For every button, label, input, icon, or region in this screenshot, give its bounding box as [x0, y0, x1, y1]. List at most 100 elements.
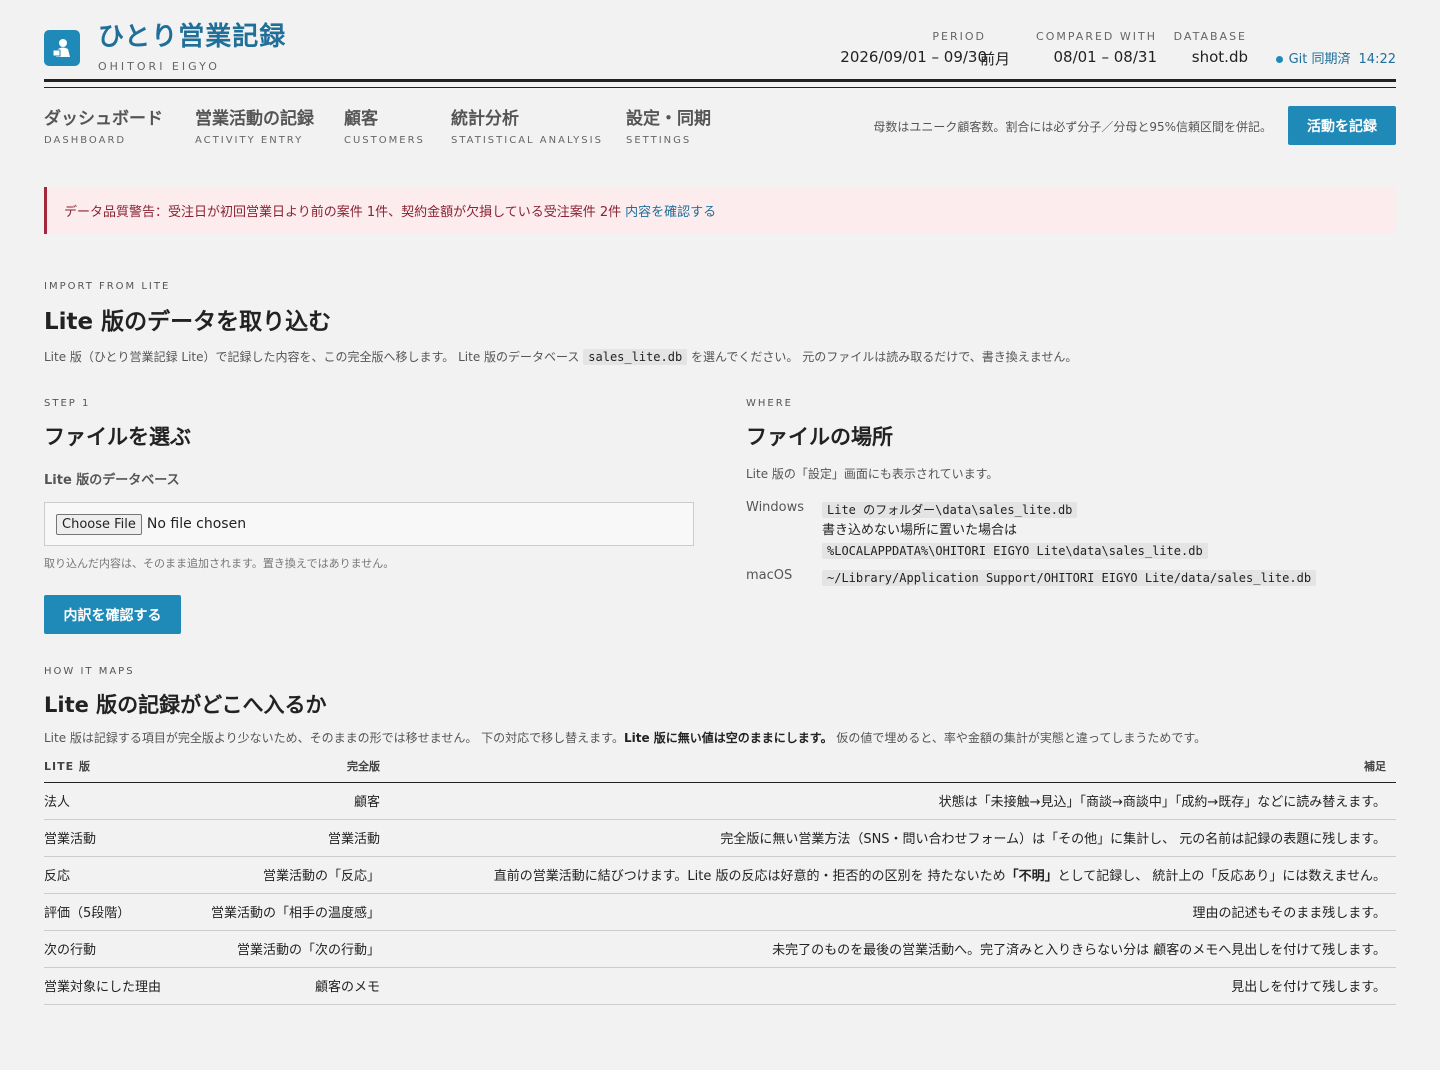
record-activity-button[interactable]: 活動を記録 [1288, 106, 1396, 145]
denominator-note: 母数はユニーク顧客数。割合には必ず分子／分母と95%信頼区間を併記。 [873, 120, 1272, 134]
full-field: 営業活動の「反応」 [164, 856, 380, 894]
full-field: 顧客 [164, 782, 380, 820]
nav-label: 統計分析 [451, 109, 519, 129]
import-title: Lite 版のデータを取り込む [44, 309, 332, 335]
lite-field: 営業対象にした理由 [44, 967, 164, 1005]
file-status: No file chosen [146, 516, 247, 532]
col-lite: LITE 版 [44, 758, 164, 783]
full-field: 営業活動 [164, 819, 380, 857]
where-section: WHERE ファイルの場所 Lite 版の「設定」画面にも表示されています。 W… [746, 398, 1396, 586]
where-title: ファイルの場所 [746, 425, 893, 449]
lite-field: 反応 [44, 856, 164, 894]
mapping-lead-emphasis: Lite 版に無い値は空のままにします。 [623, 731, 833, 745]
import-lead-text: Lite 版（ひとり営業記録 Lite）で記録した内容を、この完全版へ移します。… [44, 350, 580, 364]
mapping-lead-text: Lite 版は記録する項目が完全版より少ないため、そのままの形では移せません。 … [44, 731, 624, 745]
windows-alt-path: %LOCALAPPDATA%\OHITORI EIGYO Lite\data\s… [822, 543, 1208, 559]
mapping-lead: Lite 版は記録する項目が完全版より少ないため、そのままの形では移せません。 … [44, 729, 1396, 746]
table-row: 営業活動 営業活動 完全版に無い営業方法（SNS・問い合わせフォーム）は「その他… [44, 819, 1396, 857]
table-row: 次の行動 営業活動の「次の行動」 未完了のものを最後の営業活動へ。完了済みと入り… [44, 930, 1396, 968]
mapping-lead-text-2: 仮の値で埋めると、率や金額の集計が実態と違ってしまうためです。 [832, 731, 1207, 745]
period-label: PERIOD [932, 30, 986, 43]
note-emphasis: 「不明」 [1005, 869, 1058, 884]
nav-dashboard[interactable]: ダッシュボード DASHBOARD [44, 104, 163, 146]
import-lead: Lite 版（ひとり営業記録 Lite）で記録した内容を、この完全版へ移します。… [44, 348, 1396, 365]
table-row: 評価（5段階） 営業活動の「相手の温度感」 理由の記述もそのまま残します。 [44, 893, 1396, 931]
git-status-label: Git 同期済 [1288, 52, 1351, 67]
windows-path: Lite のフォルダー\data\sales_lite.db [822, 502, 1078, 518]
mapping-title: Lite 版の記録がどこへ入るか [44, 693, 327, 717]
table-row: 法人 顧客 状態は「未接触→見込」「商談→商談中」「成約→既存」などに読み替えま… [44, 782, 1396, 820]
nav-statistical-analysis[interactable]: 統計分析 STATISTICAL ANALYSIS [451, 104, 603, 146]
data-quality-alert: データ品質警告：受注日が初回営業日より前の案件 1件、契約金額が欠損している受注… [44, 187, 1396, 234]
windows-label: Windows [746, 500, 805, 515]
where-eyebrow: WHERE [746, 398, 793, 409]
confirm-breakdown-button[interactable]: 内訳を確認する [44, 595, 181, 634]
mapping-note: 理由の記述もそのまま残します。 [380, 893, 1396, 931]
windows-note: 書き込めない場所に置いた場合は [822, 523, 1018, 538]
table-header-row: LITE 版 完全版 補足 [44, 758, 1396, 783]
step-1-section: STEP 1 ファイルを選ぶ Lite 版のデータベース Choose File… [44, 398, 694, 634]
mapping-note: 完全版に無い営業方法（SNS・問い合わせフォーム）は「その他」に集計し、 元の名… [380, 819, 1396, 857]
col-full: 完全版 [164, 758, 380, 783]
note-part: 直前の営業活動に結びつけます。Lite 版の反応は好意的・拒否的の区別を 持たな… [493, 869, 1006, 884]
compared-label: COMPARED WITH [1036, 30, 1157, 43]
nav-label: 営業活動の記録 [195, 109, 314, 129]
table-row: 営業対象にした理由 顧客のメモ 見出しを付けて残します。 [44, 967, 1396, 1005]
where-lead: Lite 版の「設定」画面にも表示されています。 [746, 467, 999, 481]
mapping-section: HOW IT MAPS Lite 版の記録がどこへ入るか Lite 版は記録する… [44, 666, 1396, 1005]
db-filename: sales_lite.db [583, 349, 688, 365]
mac-label: macOS [746, 568, 793, 583]
person-desk-icon [44, 30, 80, 66]
full-field: 営業活動の「相手の温度感」 [164, 893, 380, 931]
brand[interactable]: ひとり営業記録 OHITORI EIGYO [44, 24, 286, 73]
database-label: DATABASE [1173, 30, 1247, 43]
col-note: 補足 [380, 758, 1396, 783]
sync-dot-icon [1275, 56, 1283, 63]
app-subtitle: OHITORI EIGYO [98, 60, 220, 73]
alert-review-link[interactable]: 内容を確認する [625, 201, 716, 220]
app-header: ひとり営業記録 OHITORI EIGYO PERIOD 2026/09/01 … [44, 0, 1396, 88]
file-input[interactable]: Choose File No file chosen [44, 502, 694, 546]
git-time: 14:22 [1358, 52, 1396, 67]
main-nav: ダッシュボード DASHBOARD 営業活動の記録 ACTIVITY ENTRY… [44, 82, 1396, 182]
compared-value[interactable]: 08/01 – 08/31 [1054, 48, 1158, 66]
mapping-eyebrow: HOW IT MAPS [44, 666, 135, 677]
period-value[interactable]: 2026/09/01 – 09/30 [840, 48, 987, 66]
nav-sublabel: CUSTOMERS [344, 135, 425, 146]
mapping-note: 状態は「未接触→見込」「商談→商談中」「成約→既存」などに読み替えます。 [380, 782, 1396, 820]
compared-prefix[interactable]: 前月 [980, 48, 1010, 69]
nav-sublabel: ACTIVITY ENTRY [195, 135, 304, 146]
choose-file-button[interactable]: Choose File [56, 513, 142, 535]
lite-field: 営業活動 [44, 819, 164, 857]
table-row: 反応 営業活動の「反応」 直前の営業活動に結びつけます。Lite 版の反応は好意… [44, 856, 1396, 894]
nav-sublabel: SETTINGS [626, 135, 692, 146]
mapping-table: LITE 版 完全版 補足 法人 顧客 状態は「未接触→見込」「商談→商談中」「… [44, 758, 1396, 1005]
import-lead-text-2: を選んでください。 元のファイルは読み取るだけで、書き換えません。 [691, 350, 1078, 364]
mapping-note: 未完了のものを最後の営業活動へ。完了済みと入りきらない分は 顧客のメモへ見出しを… [380, 930, 1396, 968]
nav-sublabel: DASHBOARD [44, 135, 127, 146]
import-section: IMPORT FROM LITE Lite 版のデータを取り込む Lite 版（… [44, 281, 1396, 365]
mapping-note: 直前の営業活動に結びつけます。Lite 版の反応は好意的・拒否的の区別を 持たな… [380, 856, 1396, 894]
nav-activity-entry[interactable]: 営業活動の記録 ACTIVITY ENTRY [195, 104, 314, 146]
lite-field: 法人 [44, 782, 164, 820]
nav-settings[interactable]: 設定・同期 SETTINGS [626, 104, 711, 146]
step-eyebrow: STEP 1 [44, 398, 91, 409]
import-hint: 取り込んだ内容は、そのまま追加されます。置き換えではありません。 [44, 557, 395, 570]
database-value: shot.db [1191, 48, 1248, 66]
full-field: 営業活動の「次の行動」 [164, 930, 380, 968]
nav-label: ダッシュボード [44, 109, 163, 129]
note-part-2: として記録し、 統計上の「反応あり」には数えません。 [1057, 869, 1386, 884]
nav-sublabel: STATISTICAL ANALYSIS [451, 135, 603, 146]
import-eyebrow: IMPORT FROM LITE [44, 281, 171, 292]
app-title: ひとり営業記録 [98, 22, 287, 52]
lite-field: 次の行動 [44, 930, 164, 968]
db-field-label: Lite 版のデータベース [44, 473, 180, 488]
alert-text: データ品質警告：受注日が初回営業日より前の案件 1件、契約金額が欠損している受注… [64, 205, 622, 220]
full-field: 顧客のメモ [164, 967, 380, 1005]
nav-customers[interactable]: 顧客 CUSTOMERS [344, 104, 425, 146]
lite-field: 評価（5段階） [44, 893, 164, 931]
nav-label: 設定・同期 [626, 109, 711, 129]
mapping-note: 見出しを付けて残します。 [380, 967, 1396, 1005]
git-status[interactable]: Git 同期済 14:22 [1275, 48, 1396, 67]
nav-label: 顧客 [344, 109, 378, 129]
